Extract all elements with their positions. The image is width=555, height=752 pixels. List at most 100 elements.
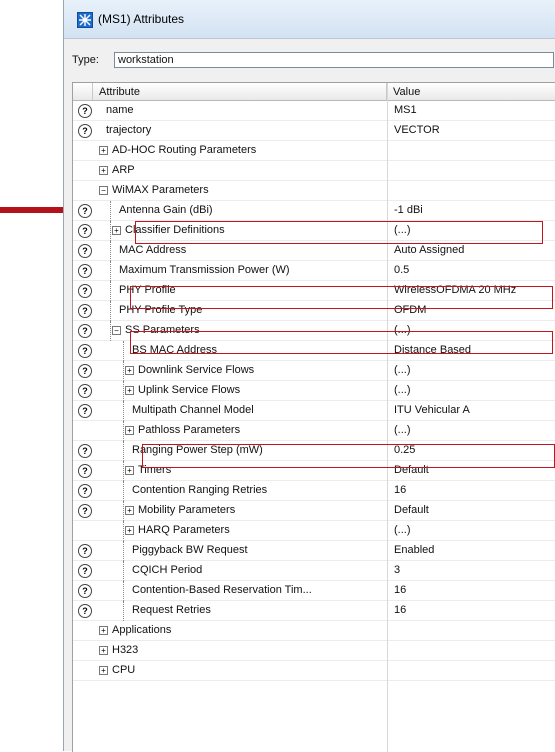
- attribute-name: CQICH Period: [132, 564, 203, 576]
- table-row[interactable]: ? CQICH Period 3: [73, 561, 555, 581]
- tree-line: [110, 201, 111, 221]
- help-icon[interactable]: ?: [78, 364, 92, 378]
- attributes-window: (MS1) Attributes Type: workstation Attri…: [63, 0, 555, 752]
- table-row[interactable]: ? + Mobility Parameters Default: [73, 501, 555, 521]
- attribute-value[interactable]: 3: [394, 564, 400, 576]
- help-icon[interactable]: ?: [78, 244, 92, 258]
- attribute-value[interactable]: (...): [394, 384, 411, 396]
- expand-icon[interactable]: +: [99, 146, 108, 155]
- help-icon[interactable]: ?: [78, 504, 92, 518]
- attribute-name: Applications: [112, 624, 172, 636]
- table-row[interactable]: + AD-HOC Routing Parameters: [73, 141, 555, 161]
- table-row[interactable]: ? trajectory VECTOR: [73, 121, 555, 141]
- attribute-name: ARP: [112, 164, 135, 176]
- help-icon[interactable]: ?: [78, 404, 92, 418]
- collapse-icon[interactable]: −: [99, 186, 108, 195]
- expand-icon[interactable]: +: [125, 426, 134, 435]
- attribute-name: Antenna Gain (dBi): [119, 204, 213, 216]
- column-separator: [387, 83, 388, 752]
- table-row[interactable]: + Applications: [73, 621, 555, 641]
- attribute-name: Request Retries: [132, 604, 211, 616]
- tree-line: [123, 401, 124, 421]
- table-row[interactable]: ? Piggyback BW Request Enabled: [73, 541, 555, 561]
- attribute-value[interactable]: 16: [394, 604, 406, 616]
- attribute-value[interactable]: Enabled: [394, 544, 434, 556]
- type-field[interactable]: workstation: [114, 52, 554, 68]
- table-row[interactable]: ? Contention-Based Reservation Tim... 16: [73, 581, 555, 601]
- table-row[interactable]: ? MAC Address Auto Assigned: [73, 241, 555, 261]
- help-icon[interactable]: ?: [78, 224, 92, 238]
- table-row[interactable]: ? Multipath Channel Model ITU Vehicular A: [73, 401, 555, 421]
- help-icon[interactable]: ?: [78, 464, 92, 478]
- expand-icon[interactable]: +: [99, 646, 108, 655]
- expand-icon[interactable]: +: [99, 166, 108, 175]
- attribute-value[interactable]: (...): [394, 424, 411, 436]
- help-icon[interactable]: ?: [78, 264, 92, 278]
- attribute-name: Mobility Parameters: [138, 504, 236, 516]
- table-row[interactable]: + Pathloss Parameters (...): [73, 421, 555, 441]
- help-icon[interactable]: ?: [78, 384, 92, 398]
- help-icon[interactable]: ?: [78, 444, 92, 458]
- help-icon[interactable]: ?: [78, 544, 92, 558]
- type-label: Type:: [72, 54, 99, 66]
- expand-icon[interactable]: +: [125, 526, 134, 535]
- tree-line: [110, 261, 111, 281]
- table-row[interactable]: + ARP: [73, 161, 555, 181]
- table-row[interactable]: ? Request Retries 16: [73, 601, 555, 621]
- expand-icon[interactable]: +: [99, 626, 108, 635]
- attribute-name: Contention Ranging Retries: [132, 484, 268, 496]
- table-row[interactable]: − WiMAX Parameters: [73, 181, 555, 201]
- table-row[interactable]: ? + Downlink Service Flows (...): [73, 361, 555, 381]
- collapse-icon[interactable]: −: [112, 326, 121, 335]
- attribute-value[interactable]: Auto Assigned: [394, 244, 464, 256]
- table-row[interactable]: ? + Uplink Service Flows (...): [73, 381, 555, 401]
- table-row[interactable]: + H323: [73, 641, 555, 661]
- attribute-value[interactable]: (...): [394, 364, 411, 376]
- expand-icon[interactable]: +: [125, 466, 134, 475]
- table-row[interactable]: ? Contention Ranging Retries 16: [73, 481, 555, 501]
- tree-line: [123, 441, 124, 461]
- table-row[interactable]: + CPU: [73, 661, 555, 681]
- help-icon[interactable]: ?: [78, 124, 92, 138]
- help-icon[interactable]: ?: [78, 564, 92, 578]
- tree-line: [123, 461, 124, 481]
- help-icon[interactable]: ?: [78, 324, 92, 338]
- table-row[interactable]: ? name MS1: [73, 101, 555, 121]
- attribute-value[interactable]: 0.5: [394, 264, 409, 276]
- attribute-value[interactable]: ITU Vehicular A: [394, 404, 470, 416]
- expand-icon[interactable]: +: [125, 366, 134, 375]
- help-icon[interactable]: ?: [78, 584, 92, 598]
- expand-icon[interactable]: +: [99, 666, 108, 675]
- attribute-name: Maximum Transmission Power (W): [119, 264, 290, 276]
- attribute-value[interactable]: 16: [394, 584, 406, 596]
- tree-line: [110, 241, 111, 261]
- app-icon: [77, 12, 93, 28]
- attribute-value[interactable]: (...): [394, 524, 411, 536]
- help-icon[interactable]: ?: [78, 204, 92, 218]
- help-icon[interactable]: ?: [78, 344, 92, 358]
- value-column-header[interactable]: Value: [387, 83, 555, 101]
- tree-line: [123, 421, 124, 441]
- help-icon[interactable]: ?: [78, 484, 92, 498]
- icon-column-header: [73, 83, 93, 101]
- help-icon[interactable]: ?: [78, 604, 92, 618]
- attribute-value[interactable]: VECTOR: [394, 124, 440, 136]
- expand-icon[interactable]: +: [125, 506, 134, 515]
- expand-icon[interactable]: +: [112, 226, 121, 235]
- attribute-name: trajectory: [106, 124, 152, 136]
- attributes-table: Attribute Value ? name MS1? trajectory VECTO…: [72, 82, 555, 752]
- attribute-value[interactable]: -1 dBi: [394, 204, 423, 216]
- help-icon[interactable]: ?: [78, 104, 92, 118]
- attribute-value[interactable]: Default: [394, 504, 429, 516]
- attribute-column-header[interactable]: Attribute: [93, 83, 387, 101]
- highlight-phy-profile-type: [130, 331, 553, 354]
- expand-icon[interactable]: +: [125, 386, 134, 395]
- attribute-value[interactable]: 16: [394, 484, 406, 496]
- table-row[interactable]: ? Antenna Gain (dBi) -1 dBi: [73, 201, 555, 221]
- table-row[interactable]: ? Maximum Transmission Power (W) 0.5: [73, 261, 555, 281]
- help-icon[interactable]: ?: [78, 304, 92, 318]
- help-icon[interactable]: ?: [78, 284, 92, 298]
- tree-line: [110, 221, 111, 241]
- table-row[interactable]: + HARQ Parameters (...): [73, 521, 555, 541]
- attribute-value[interactable]: MS1: [394, 104, 417, 116]
